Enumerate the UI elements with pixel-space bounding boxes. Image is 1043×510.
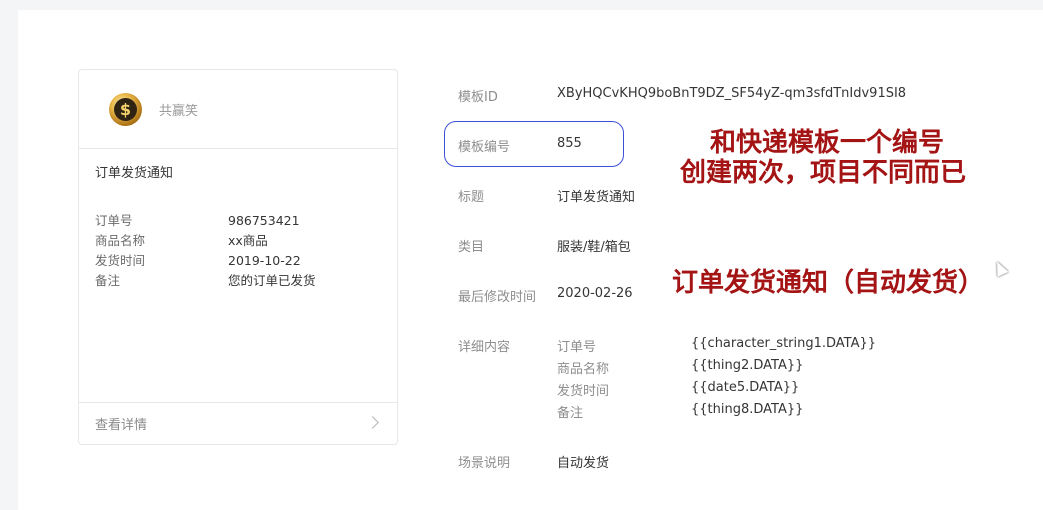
chevron-right-icon	[366, 416, 379, 429]
template-number-value: 855	[557, 136, 582, 151]
template-id-label: 模板ID	[458, 90, 498, 105]
card-header: $ 共赢笑	[79, 70, 397, 149]
view-details-label[interactable]: 查看详情	[95, 414, 147, 433]
content-key: 发货时间	[557, 384, 610, 399]
title-label: 标题	[458, 190, 485, 205]
view-details-link[interactable]: 查看详情	[79, 402, 397, 444]
annotation-auto-ship: 订单发货通知（自动发货）	[672, 268, 985, 298]
content-value: {{character_string1.DATA}}	[691, 336, 877, 351]
title-value: 订单发货通知	[557, 190, 636, 205]
card-title: 订单发货通知	[95, 166, 174, 181]
dollar-coin-icon: $	[109, 93, 142, 126]
category-value: 服装/鞋/箱包	[557, 240, 631, 255]
scene-value: 自动发货	[557, 456, 610, 471]
content-value: {{date5.DATA}}	[691, 380, 800, 395]
content-key: 订单号	[557, 340, 597, 355]
content-key: 备注	[557, 406, 584, 421]
scene-label: 场景说明	[458, 456, 511, 471]
app-name: 共赢笑	[159, 104, 199, 119]
modified-value: 2020-02-26	[557, 286, 633, 301]
category-label: 类目	[458, 240, 485, 255]
annotation-created-twice: 创建两次，项目不同而已	[680, 158, 967, 188]
content-value: {{thing8.DATA}}	[691, 402, 804, 417]
modified-label: 最后修改时间	[458, 290, 537, 305]
content-value: {{thing2.DATA}}	[691, 358, 804, 373]
template-id-value: XByHQCvKHQ9boBnT9DZ_SF54yZ-qm3sfdTnIdv91…	[557, 86, 907, 101]
content-key: 商品名称	[557, 362, 610, 377]
template-preview-card: $ 共赢笑 订单发货通知 订单号 986753421 商品名称 xx商品 发货时…	[78, 69, 398, 445]
template-number-label: 模板编号	[458, 140, 511, 155]
content-label: 详细内容	[458, 340, 511, 355]
